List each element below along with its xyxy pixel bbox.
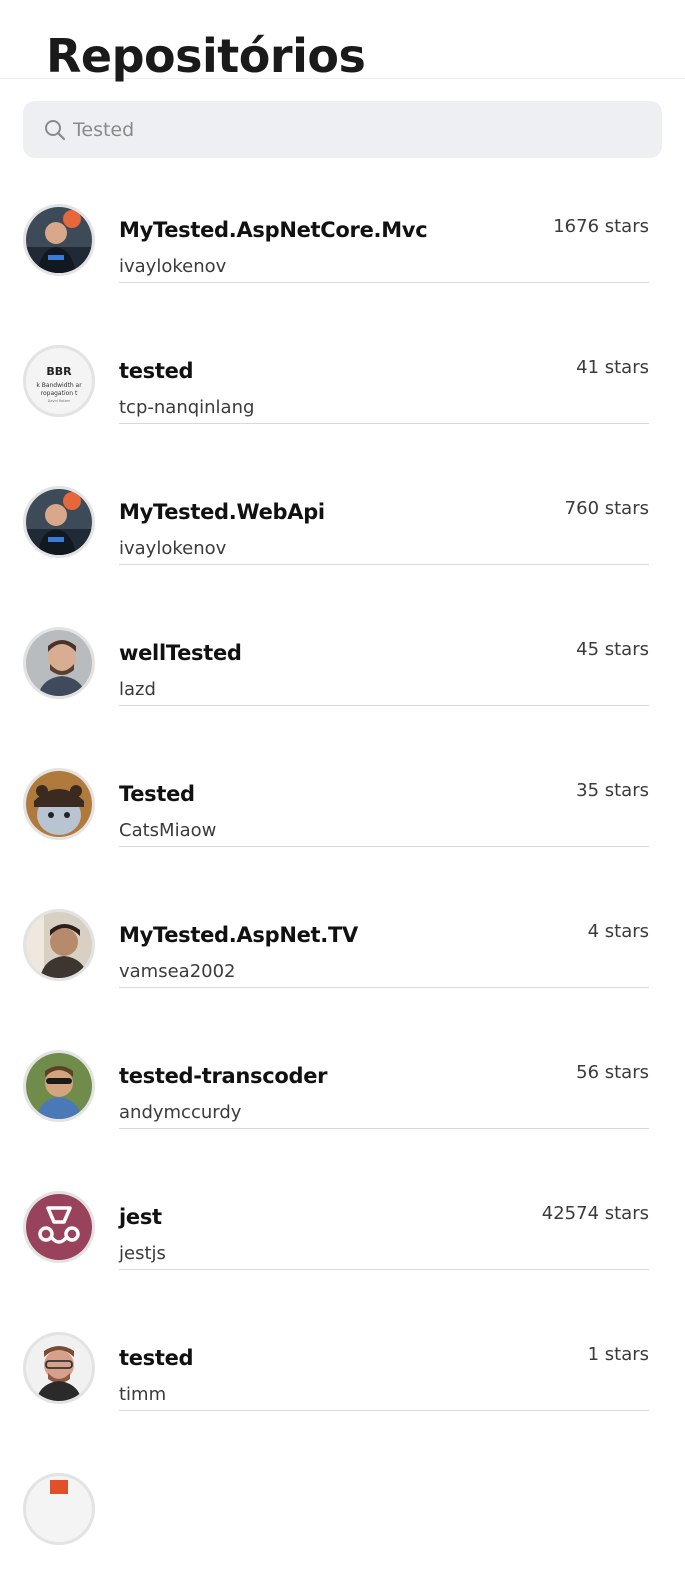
search-bar[interactable] — [23, 101, 662, 158]
repo-name: tested — [119, 359, 194, 383]
svg-text:ropagation t: ropagation t — [41, 390, 78, 397]
repo-name: tested-transcoder — [119, 1064, 328, 1088]
repo-name: MyTested.AspNetCore.Mvc — [119, 218, 428, 242]
owner-avatar — [23, 1191, 95, 1263]
repo-owner: jestjs — [119, 1243, 166, 1264]
row-divider — [119, 423, 649, 424]
repo-list-item[interactable]: jest 42574 stars jestjs — [0, 1191, 685, 1311]
owner-avatar — [23, 1050, 95, 1122]
repo-list-item[interactable]: tested 1 stars timm — [0, 1332, 685, 1452]
app-header: Repositórios — [0, 0, 685, 83]
repo-owner: tcp-nanqinlang — [119, 397, 255, 418]
owner-avatar — [23, 1473, 95, 1545]
svg-text:David Rotten: David Rotten — [48, 399, 71, 403]
row-divider — [119, 705, 649, 706]
page-title: Repositórios — [46, 29, 366, 83]
repo-list-item[interactable]: Tested 35 stars CatsMiaow — [0, 768, 685, 888]
repo-owner: lazd — [119, 679, 156, 700]
owner-avatar — [23, 627, 95, 699]
repo-owner: ivaylokenov — [119, 538, 227, 559]
repo-list-item[interactable]: MyTested.AspNet.TV 4 stars vamsea2002 — [0, 909, 685, 1029]
repo-stars: 42574 stars — [541, 1203, 649, 1224]
repo-stars: 45 stars — [576, 639, 649, 660]
owner-avatar — [23, 1332, 95, 1404]
owner-avatar — [23, 204, 95, 276]
repo-name: MyTested.AspNet.TV — [119, 923, 358, 947]
repo-stars: 35 stars — [576, 780, 649, 801]
row-divider — [119, 1269, 649, 1270]
row-divider — [119, 282, 649, 283]
repo-list-item[interactable]: MyTested.AspNetCore.Mvc 1676 stars ivayl… — [0, 204, 685, 324]
repo-name: MyTested.WebApi — [119, 500, 325, 524]
repo-name: tested — [119, 1346, 194, 1370]
svg-text:BBR: BBR — [46, 365, 72, 378]
repo-stars: 1676 stars — [553, 216, 649, 237]
repo-owner: ivaylokenov — [119, 256, 227, 277]
repo-owner: timm — [119, 1384, 167, 1405]
owner-avatar: BBR k Bandwidth ar ropagation t David Ro… — [23, 345, 95, 417]
row-divider — [119, 846, 649, 847]
repo-name: Tested — [119, 782, 195, 806]
owner-avatar — [23, 768, 95, 840]
repo-name: jest — [119, 1205, 162, 1229]
repo-stars: 41 stars — [576, 357, 649, 378]
search-input[interactable] — [73, 101, 633, 158]
repo-name: wellTested — [119, 641, 242, 665]
owner-avatar — [23, 909, 95, 981]
repo-stars: 56 stars — [576, 1062, 649, 1083]
repo-list-item-partial[interactable] — [0, 1473, 685, 1593]
repo-stars: 4 stars — [587, 921, 649, 942]
repo-stars: 1 stars — [587, 1344, 649, 1365]
row-divider — [119, 987, 649, 988]
repo-list-item[interactable]: tested-transcoder 56 stars andymccurdy — [0, 1050, 685, 1170]
repo-owner: CatsMiaow — [119, 820, 217, 841]
row-divider — [119, 564, 649, 565]
search-icon — [43, 118, 67, 142]
repo-stars: 760 stars — [564, 498, 649, 519]
repo-list-item[interactable]: MyTested.WebApi 760 stars ivaylokenov — [0, 486, 685, 606]
row-divider — [119, 1410, 649, 1411]
svg-text:k Bandwidth ar: k Bandwidth ar — [36, 382, 82, 389]
repo-list-item[interactable]: wellTested 45 stars lazd — [0, 627, 685, 747]
repo-list-item[interactable]: BBR k Bandwidth ar ropagation t David Ro… — [0, 345, 685, 465]
owner-avatar — [23, 486, 95, 558]
repo-owner: andymccurdy — [119, 1102, 242, 1123]
repo-owner: vamsea2002 — [119, 961, 236, 982]
row-divider — [119, 1128, 649, 1129]
